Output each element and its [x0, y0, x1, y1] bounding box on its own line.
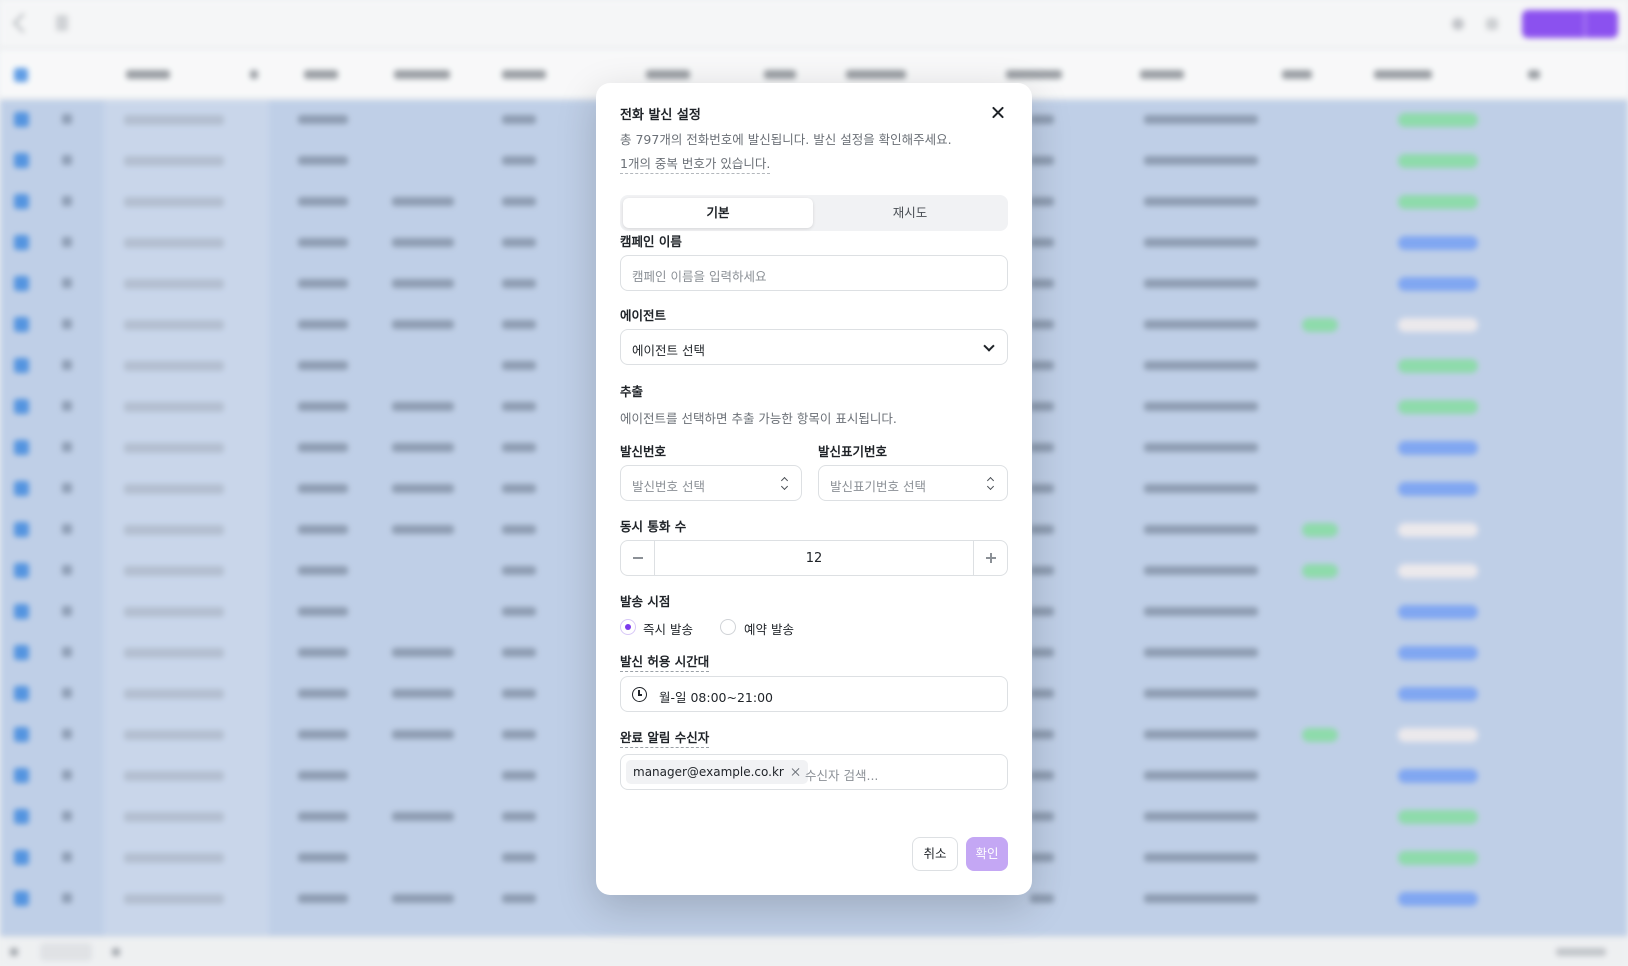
campaign-name-placeholder: 캠페인 이름을 입력하세요 — [632, 269, 767, 284]
agent-select[interactable]: 에이전트 선택 — [620, 329, 1008, 365]
agent-selected-value: 에이전트 선택 — [632, 343, 705, 358]
concurrent-calls-label: 동시 통화 수 — [620, 519, 687, 534]
settings-tabs: 기본 재시도 — [620, 195, 1008, 231]
clock-icon — [632, 687, 647, 702]
call-dispatch-settings-modal: 전화 발신 설정 총 797개의 전화번호에 발신됩니다. 발신 설정을 확인해… — [596, 83, 1032, 895]
caller-display-number-label: 발신표기번호 — [818, 444, 888, 459]
notify-recipients-input[interactable]: manager@example.co.kr 수신자 검색... — [620, 754, 1008, 790]
tab-retry[interactable]: 재시도 — [815, 198, 1005, 228]
chevron-up-down-icon — [987, 477, 995, 491]
chevron-down-icon — [983, 340, 995, 352]
chevron-up-down-icon — [781, 477, 789, 491]
tab-basic[interactable]: 기본 — [623, 198, 813, 228]
extraction-hint: 에이전트를 선택하면 추출 가능한 항목이 표시됩니다. — [620, 411, 897, 426]
caller-number-placeholder: 발신번호 선택 — [632, 479, 705, 494]
concurrent-calls-value[interactable]: 12 — [655, 551, 973, 566]
recipient-search-placeholder[interactable]: 수신자 검색... — [805, 765, 878, 784]
notify-recipients-label: 완료 알림 수신자 — [620, 727, 710, 748]
caller-display-number-select[interactable]: 발신표기번호 선택 — [818, 465, 1008, 501]
radio-scheduled-label[interactable]: 예약 발송 — [744, 619, 794, 638]
radio-scheduled[interactable] — [720, 619, 736, 635]
plus-icon[interactable] — [973, 541, 1007, 575]
radio-immediate-label[interactable]: 즉시 발송 — [643, 619, 693, 638]
campaign-name-input[interactable]: 캠페인 이름을 입력하세요 — [620, 255, 1008, 291]
send-time-label: 발송 시점 — [620, 594, 671, 609]
agent-label: 에이전트 — [620, 308, 667, 323]
recipient-chip: manager@example.co.kr — [626, 760, 808, 784]
campaign-name-label: 캠페인 이름 — [620, 234, 682, 249]
concurrent-calls-stepper: 12 — [620, 540, 1008, 576]
caller-display-number-placeholder: 발신표기번호 선택 — [830, 479, 926, 494]
duplicate-number-notice[interactable]: 1개의 중복 번호가 있습니다. — [620, 153, 771, 174]
minus-icon[interactable] — [621, 541, 655, 575]
radio-immediate[interactable] — [620, 619, 636, 635]
recipient-chip-label: manager@example.co.kr — [633, 765, 784, 779]
cancel-button[interactable]: 취소 — [912, 837, 958, 871]
caller-number-label: 발신번호 — [620, 444, 667, 459]
allowed-hours-field[interactable]: 월-일 08:00~21:00 — [620, 676, 1008, 712]
confirm-button[interactable]: 확인 — [966, 837, 1008, 871]
modal-description: 총 797개의 전화번호에 발신됩니다. 발신 설정을 확인해주세요. — [620, 132, 952, 147]
close-icon[interactable] — [988, 103, 1008, 123]
caller-number-select[interactable]: 발신번호 선택 — [620, 465, 802, 501]
remove-recipient-icon[interactable] — [791, 767, 801, 777]
allowed-hours-label: 발신 허용 시간대 — [620, 651, 710, 672]
extraction-label: 추출 — [620, 384, 644, 399]
allowed-hours-value: 월-일 08:00~21:00 — [659, 690, 774, 705]
modal-title: 전화 발신 설정 — [620, 108, 701, 123]
